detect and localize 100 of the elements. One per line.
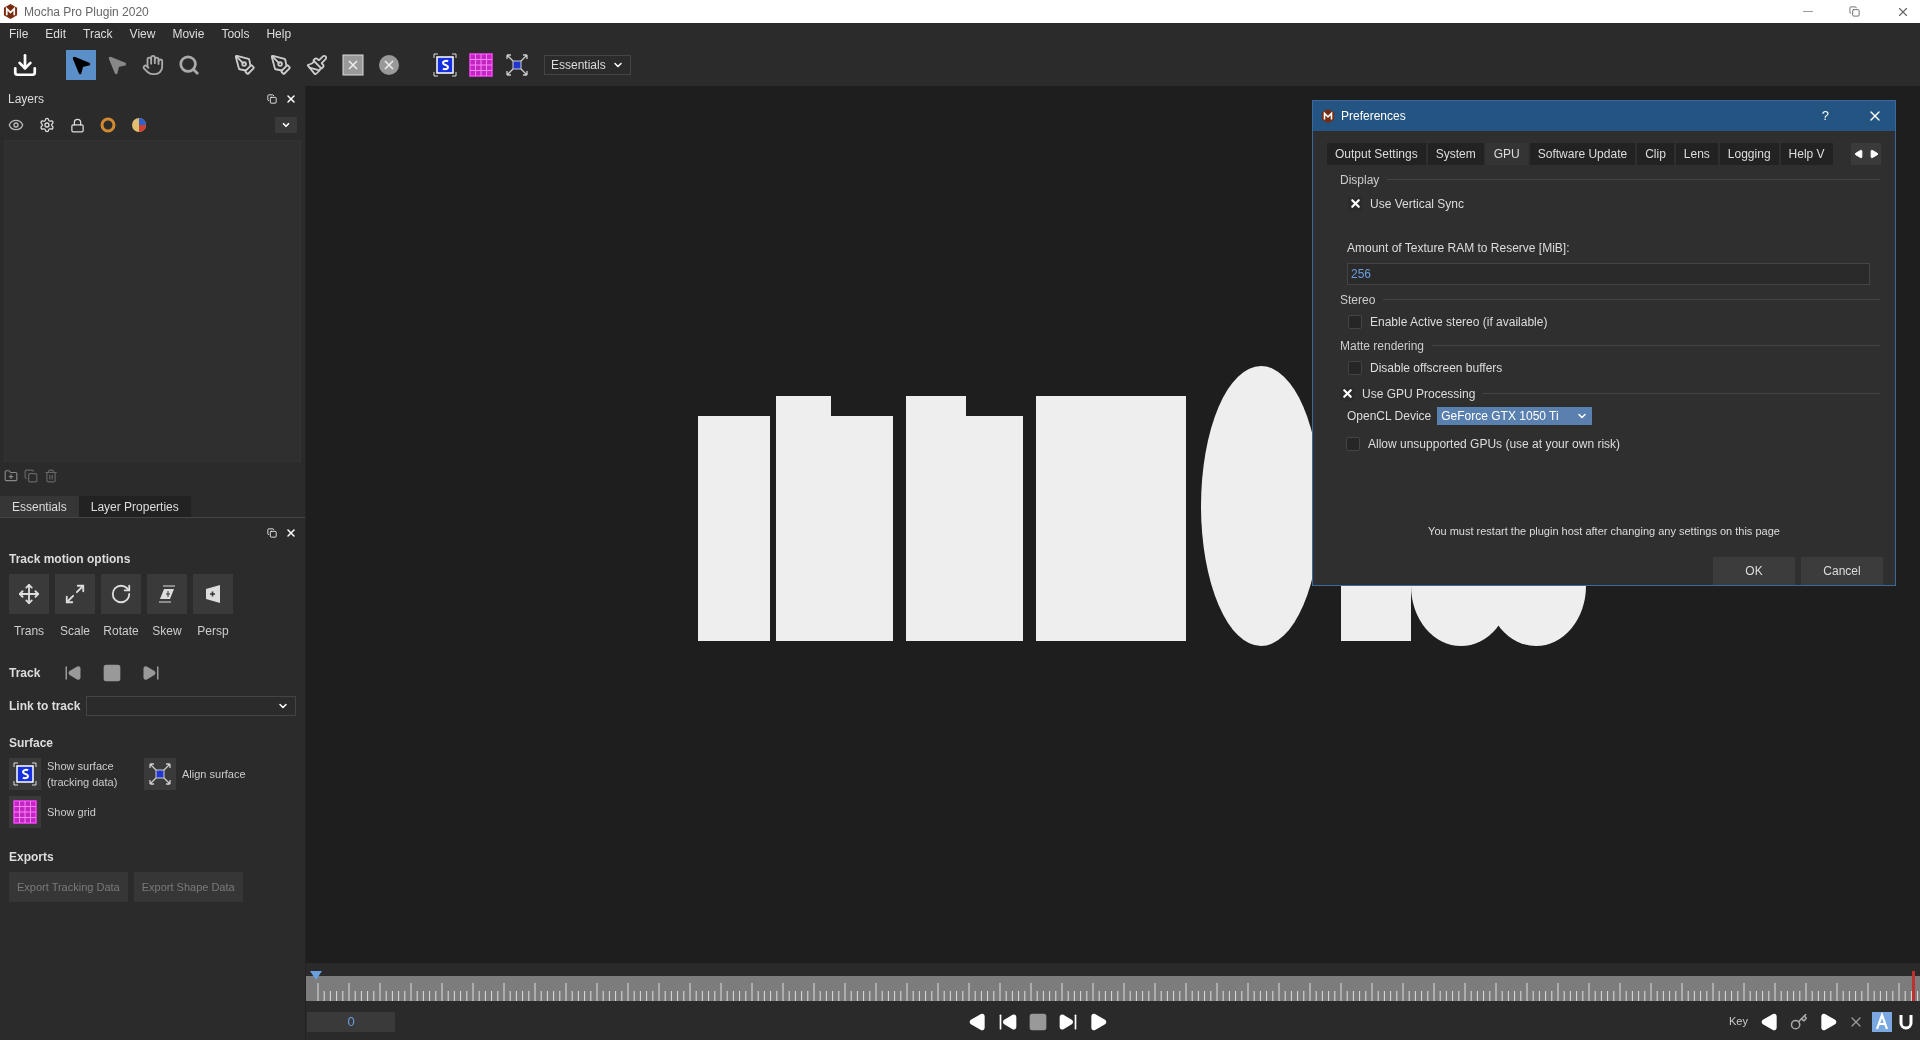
track-forward-icon[interactable] — [142, 664, 160, 682]
motion-label: Persp — [197, 623, 229, 640]
restart-note: You must restart the plugin host after changing any settings on this page — [1428, 523, 1780, 539]
surface-option-button[interactable] — [9, 796, 41, 828]
section-title: Exports — [9, 849, 55, 866]
checkbox-label: Use Vertical Sync — [1370, 195, 1465, 213]
menu-item[interactable]: Help — [266, 24, 292, 43]
app-logo-icon — [1321, 109, 1335, 123]
duplicate-icon[interactable] — [24, 469, 38, 483]
checkbox[interactable] — [1348, 196, 1362, 211]
close-icon[interactable] — [285, 93, 297, 105]
layer-menu-icon[interactable] — [275, 117, 297, 133]
magnifier-icon — [178, 54, 200, 76]
preferences-tab[interactable]: GPU — [1485, 143, 1528, 165]
surface-option-label: Show surface (tracking data) — [47, 759, 118, 790]
motion-button[interactable] — [55, 574, 95, 614]
checkbox-label: Use GPU Processing — [1362, 385, 1476, 403]
workspace-dropdown[interactable]: Essentials — [544, 55, 631, 75]
frame-field[interactable]: 0 — [307, 1011, 395, 1032]
lock-icon[interactable] — [70, 117, 85, 133]
checkbox[interactable] — [1340, 386, 1354, 401]
panel-tab[interactable]: Layer Properties — [78, 496, 191, 517]
dialog-button[interactable]: OK — [1713, 557, 1795, 585]
move-icon — [18, 583, 40, 605]
tool-button[interactable] — [466, 50, 496, 80]
preferences-tab[interactable]: Clip — [1637, 143, 1674, 165]
checkbox[interactable] — [1348, 314, 1362, 329]
help-button[interactable]: ? — [1821, 106, 1829, 126]
brush-icon — [306, 54, 328, 76]
motion-button[interactable] — [147, 574, 187, 614]
folder-plus-icon[interactable] — [4, 469, 18, 483]
preferences-tab[interactable]: Software Update — [1529, 143, 1636, 165]
surface-option-button[interactable] — [9, 758, 41, 790]
stop-icon[interactable] — [1028, 1011, 1048, 1032]
checkbox-label: Enable Active stereo (if available) — [1370, 313, 1548, 331]
key-icon[interactable] — [1790, 1012, 1808, 1031]
rotate-icon — [110, 583, 132, 605]
play-forward-icon[interactable] — [1088, 1011, 1108, 1032]
auto-key-icon[interactable] — [1872, 1011, 1892, 1032]
motion-button[interactable] — [193, 574, 233, 614]
pen-icon — [270, 54, 292, 76]
gear-icon[interactable] — [39, 117, 55, 133]
motion-label: Trans — [13, 623, 45, 640]
panel-title: Layers — [8, 91, 45, 108]
group-title: Matte rendering — [1340, 337, 1425, 355]
section-title: Surface — [9, 735, 55, 752]
dialog-button[interactable]: Cancel — [1801, 557, 1883, 585]
app-logo-icon — [3, 4, 18, 19]
pen-icon — [234, 54, 256, 76]
magnet-icon[interactable] — [1898, 1012, 1914, 1031]
preferences-tab[interactable]: Lens — [1675, 143, 1718, 165]
square-x-icon — [342, 54, 364, 76]
hand-icon — [142, 54, 164, 76]
track-backward-icon[interactable] — [64, 664, 82, 682]
link-track-dropdown[interactable] — [86, 696, 296, 716]
menu-item[interactable]: Movie — [172, 24, 205, 43]
menu-item[interactable]: View — [129, 24, 156, 43]
ring-icon[interactable] — [100, 117, 116, 133]
field-label: OpenCL Device — [1347, 407, 1432, 425]
link-label: Link to track — [9, 698, 81, 715]
previous-key-icon[interactable] — [1760, 1011, 1780, 1032]
motion-button[interactable] — [101, 574, 141, 614]
next-key-icon[interactable] — [1818, 1011, 1838, 1032]
menu-item[interactable]: File — [9, 24, 29, 43]
align-icon — [505, 53, 529, 77]
preferences-tab[interactable]: Output Settings — [1327, 143, 1426, 165]
align-icon — [148, 762, 172, 786]
preferences-tab[interactable]: System — [1427, 143, 1484, 165]
checkbox-label: Allow unsupported GPUs (use at your own risk) — [1368, 435, 1621, 453]
float-icon[interactable] — [267, 528, 277, 538]
circle-x-icon — [378, 54, 400, 76]
tool-button[interactable] — [430, 50, 460, 80]
close-icon[interactable] — [285, 527, 297, 539]
menu-item[interactable]: Edit — [45, 24, 67, 43]
menu-item[interactable]: Track — [83, 24, 113, 43]
surface-icon — [433, 53, 457, 77]
color-wheel-icon[interactable] — [131, 117, 147, 133]
checkbox[interactable] — [1346, 436, 1360, 451]
trash-icon[interactable] — [44, 469, 58, 483]
play-backward-icon[interactable] — [968, 1011, 988, 1032]
float-icon[interactable] — [267, 94, 277, 104]
checkbox-label: Disable offscreen buffers — [1370, 359, 1503, 377]
panel-tab[interactable]: Essentials — [0, 496, 79, 517]
preferences-tab[interactable]: Help V — [1780, 143, 1833, 165]
key-label: Key — [1729, 1014, 1748, 1030]
opencl-device-dropdown[interactable]: GeForce GTX 1050 Ti — [1437, 406, 1593, 425]
surface-option-button[interactable] — [144, 758, 176, 790]
timeline-ruler[interactable] — [306, 971, 1920, 1001]
motion-button[interactable] — [9, 574, 49, 614]
pointer-plus-icon — [106, 54, 128, 76]
restore-icon[interactable] — [1849, 6, 1860, 17]
stop-icon[interactable] — [102, 663, 122, 683]
menu-item[interactable]: Tools — [221, 24, 250, 43]
field-label: Amount of Texture RAM to Reserve [MiB]: — [1347, 239, 1571, 257]
checkbox[interactable] — [1348, 360, 1362, 375]
eye-icon[interactable] — [8, 117, 24, 133]
preferences-tab[interactable]: Logging — [1719, 143, 1779, 165]
tool-button[interactable] — [66, 50, 96, 80]
texture-ram-field[interactable]: 256 — [1347, 262, 1870, 285]
section-title: Track motion options — [9, 551, 132, 568]
